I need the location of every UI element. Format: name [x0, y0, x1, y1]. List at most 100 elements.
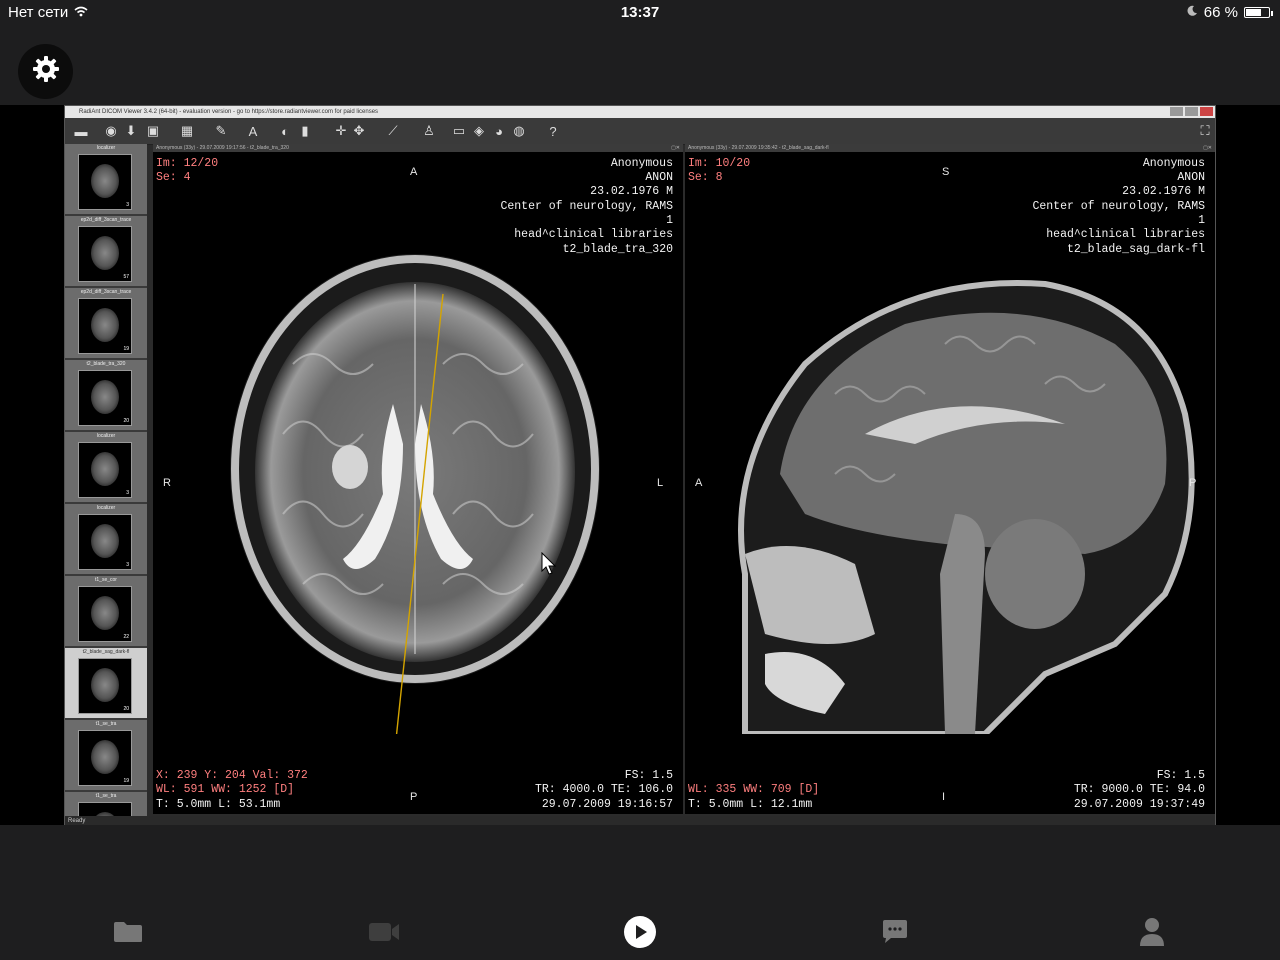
thumbnail-image: 19: [78, 730, 132, 786]
maximize-button[interactable]: [1185, 107, 1198, 116]
orientation-right: P: [1189, 477, 1197, 489]
settings-button[interactable]: [18, 44, 73, 99]
thumbnail-image: 20: [78, 370, 132, 426]
orientation-top: A: [410, 166, 418, 178]
minimize-button[interactable]: [1170, 107, 1183, 116]
study-number: 1: [666, 214, 673, 227]
thumbnail-image: 20: [78, 658, 132, 714]
cd-icon[interactable]: ◉: [103, 123, 119, 139]
patient-dob: 23.02.1976 M: [590, 185, 673, 198]
thumbnail-image: 3: [78, 514, 132, 570]
viewport-axial[interactable]: Anonymous (33y) - 29.07.2009 19:17:56 - …: [153, 144, 683, 814]
series-index: Se: 4: [156, 171, 191, 184]
pan-icon[interactable]: ✥: [351, 123, 367, 139]
image-index: Im: 10/20: [688, 157, 751, 170]
dicom-viewer-window: RadiAnt DICOM Viewer 3.4.2 (64-bit) - ev…: [64, 105, 1216, 826]
series-thumbnail[interactable]: localizer 3: [65, 144, 147, 216]
series-thumbnail[interactable]: ep2d_diff_3scan_trace 19: [65, 288, 147, 360]
series-thumbnail[interactable]: ep2d_diff_3scan_trace 57: [65, 216, 147, 288]
bottom-nav: [0, 825, 1280, 960]
orientation-right: L: [657, 477, 664, 489]
viewport-close-icon[interactable]: ▢✕: [1203, 144, 1212, 152]
window-titlebar: RadiAnt DICOM Viewer 3.4.2 (64-bit) - ev…: [65, 106, 1215, 118]
window-level: WL: 591 WW: 1252 [D]: [156, 783, 295, 796]
viewport-header: Anonymous (33y) - 29.07.2009 19:17:56 - …: [153, 144, 683, 152]
series-thumbnail[interactable]: localizer 3: [65, 432, 147, 504]
axial-brain-image: [230, 254, 600, 734]
play-button[interactable]: [623, 915, 657, 949]
patient-name: Anonymous: [610, 157, 673, 170]
tr-te: TR: 9000.0 TE: 94.0: [1073, 783, 1205, 796]
orientation-bottom: I: [942, 791, 946, 803]
volume-icon[interactable]: ◍: [511, 123, 527, 139]
thumbnail-label: ep2d_diff_3scan_trace: [80, 289, 132, 295]
thumbnail-count: 3: [126, 202, 129, 208]
thumbnail-count: 3: [126, 490, 129, 496]
series-thumbnail-list: localizer 3 ep2d_diff_3scan_trace 57 ep2d_di…: [65, 144, 147, 816]
institution: Center of neurology, RAMS: [1032, 200, 1205, 213]
acquisition-date: 29.07.2009 19:16:57: [541, 798, 673, 811]
thumbnail-count: 19: [123, 778, 129, 784]
viewport-close-icon[interactable]: ▢✕: [671, 144, 680, 152]
window-level: WL: 335 WW: 709 [D]: [688, 783, 820, 796]
crosshair-icon[interactable]: ✛: [333, 123, 349, 139]
series-thumbnail[interactable]: t1_se_cor 22: [65, 576, 147, 648]
help-icon[interactable]: ?: [545, 123, 561, 139]
slice-thickness: T: 5.0mm L: 53.1mm: [156, 798, 281, 811]
thumbnail-count: 3: [126, 562, 129, 568]
viewport-header: Anonymous (33y) - 29.07.2009 19:35:42 - …: [685, 144, 1215, 152]
viewport-title: Anonymous (33y) - 29.07.2009 19:35:42 - …: [688, 145, 829, 151]
download-icon[interactable]: ⬇: [123, 123, 139, 139]
anatomy-icon[interactable]: ♙: [421, 123, 437, 139]
battery-icon: [1244, 7, 1273, 18]
field-strength: FS: 1.5: [624, 769, 673, 782]
fullscreen-icon[interactable]: ⛶: [1197, 123, 1213, 139]
thumbnail-image: 22: [78, 586, 132, 642]
series-index: Se: 8: [688, 171, 723, 184]
thumbnail-image: 57: [78, 226, 132, 282]
layout-grid-icon[interactable]: ▦: [179, 123, 195, 139]
ruler-icon[interactable]: ▮: [297, 123, 313, 139]
thumbnail-label: localizer: [96, 433, 116, 439]
thumbnail-count: 22: [123, 634, 129, 640]
open-folder-icon[interactable]: ▬: [73, 123, 89, 139]
color-icon[interactable]: ◕: [491, 123, 507, 139]
viewport-sagittal[interactable]: Anonymous (33y) - 29.07.2009 19:35:42 - …: [685, 144, 1215, 814]
thumbnail-count: 20: [123, 706, 129, 712]
video-camera-icon[interactable]: [367, 915, 401, 949]
text-icon[interactable]: A: [245, 123, 261, 139]
measure-icon[interactable]: ⟋: [385, 123, 401, 139]
save-icon[interactable]: ▣: [145, 123, 161, 139]
profile-icon[interactable]: [1135, 915, 1169, 949]
close-button[interactable]: [1200, 107, 1213, 116]
folder-icon[interactable]: [111, 915, 145, 949]
toolbar: ▬ ◉ ⬇ ▣ ▦ ✎ A ◐ ▮ ✛ ✥ ⟋ ♙ ▭ ◈ ◕ ◍ ? ⛶: [65, 118, 1215, 145]
series-thumbnail[interactable]: t1_se_tra 19: [65, 720, 147, 792]
patient-id: ANON: [1177, 171, 1205, 184]
contrast-icon[interactable]: ◐: [277, 123, 293, 139]
orientation-left: R: [163, 477, 171, 489]
sagittal-brain-image: [738, 280, 1195, 734]
patient-id: ANON: [645, 171, 673, 184]
thumbnail-image: 19: [78, 298, 132, 354]
thumbnail-count: 19: [123, 346, 129, 352]
chat-icon[interactable]: [878, 915, 912, 949]
series-thumbnail[interactable]: t2_blade_tra_320 20: [65, 360, 147, 432]
orientation-top: S: [942, 166, 950, 178]
patient-dob: 23.02.1976 M: [1122, 185, 1205, 198]
pencil-icon[interactable]: ✎: [213, 123, 229, 139]
series-thumbnail[interactable]: t1_se_tra 19: [65, 792, 147, 816]
mouse-cursor-icon: [541, 552, 557, 575]
acquisition-date: 29.07.2009 19:37:49: [1073, 798, 1205, 811]
study-description: head^clinical libraries: [514, 228, 673, 241]
mpr-icon[interactable]: ▭: [451, 123, 467, 139]
series-thumbnail[interactable]: t2_blade_sag_dark-fl 20: [65, 648, 147, 720]
cursor-readout: X: 239 Y: 204 Val: 372: [156, 769, 308, 782]
thumbnail-label: ep2d_diff_3scan_trace: [80, 217, 132, 223]
thumbnail-label: t1_se_cor: [95, 577, 117, 583]
orientation-left: A: [695, 477, 703, 489]
3d-icon[interactable]: ◈: [471, 123, 487, 139]
viewport-title: Anonymous (33y) - 29.07.2009 19:17:56 - …: [156, 145, 289, 151]
thumbnail-image: 3: [78, 442, 132, 498]
series-thumbnail[interactable]: localizer 3: [65, 504, 147, 576]
